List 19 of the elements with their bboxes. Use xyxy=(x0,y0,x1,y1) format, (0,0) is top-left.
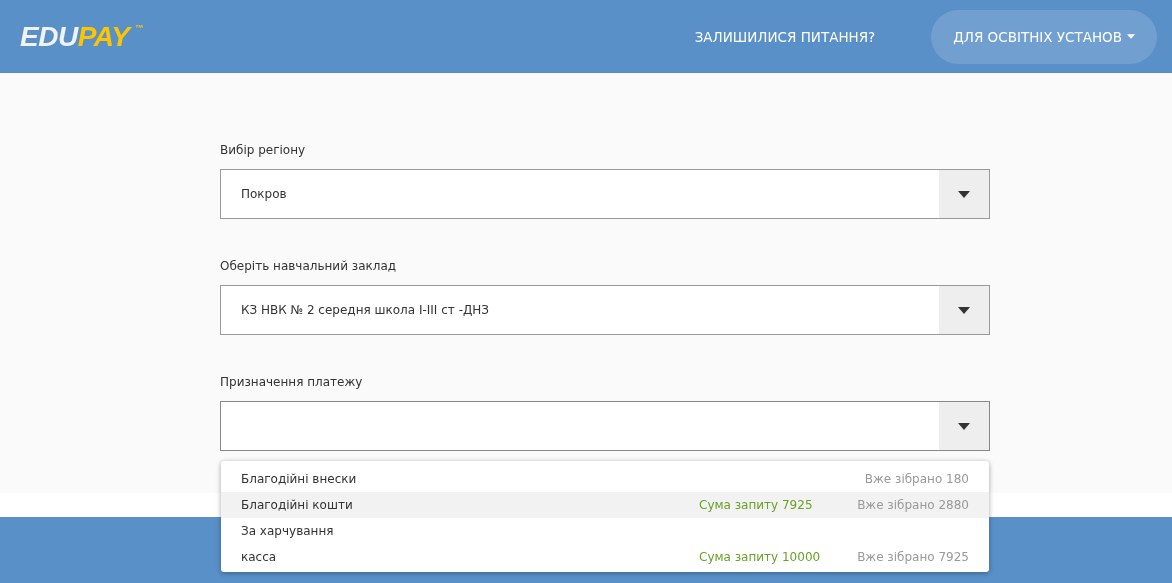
select-field[interactable]: Покров xyxy=(220,169,990,219)
dropdown-arrow-icon xyxy=(958,422,970,430)
field-label: Вибір регіону xyxy=(220,143,307,157)
select-field[interactable]: КЗ НВК № 2 середня школа I-III ст -ДНЗ xyxy=(220,285,990,335)
dropdown-option[interactable]: касса Сума запиту 10000 Вже зібрано 7925 xyxy=(221,544,989,570)
dropdown-arrow-icon xyxy=(958,190,970,198)
collected-amount: Вже зібрано 2880 xyxy=(856,498,969,512)
field-label: Оберіть навчальний заклад xyxy=(220,259,398,273)
request-amount: Сума запиту 10000 xyxy=(699,550,822,564)
dropdown-option[interactable]: Благодійні кошти Сума запиту 7925 Вже зібрано 2880 xyxy=(221,492,989,518)
dropdown-arrow-icon xyxy=(958,306,970,314)
dropdown-option[interactable]: Благодійні внески Вже зібрано 180 xyxy=(221,466,989,492)
caret-icon xyxy=(1127,34,1135,39)
collected-amount: Вже зібрано 7925 xyxy=(856,550,969,564)
select-field[interactable] xyxy=(220,401,990,451)
dropdown-option[interactable]: За харчування xyxy=(221,518,989,544)
request-amount: Сума запиту 7925 xyxy=(699,498,814,512)
collected-amount: Вже зібрано 180 xyxy=(863,472,969,486)
field-label: Призначення платежу xyxy=(220,375,364,389)
